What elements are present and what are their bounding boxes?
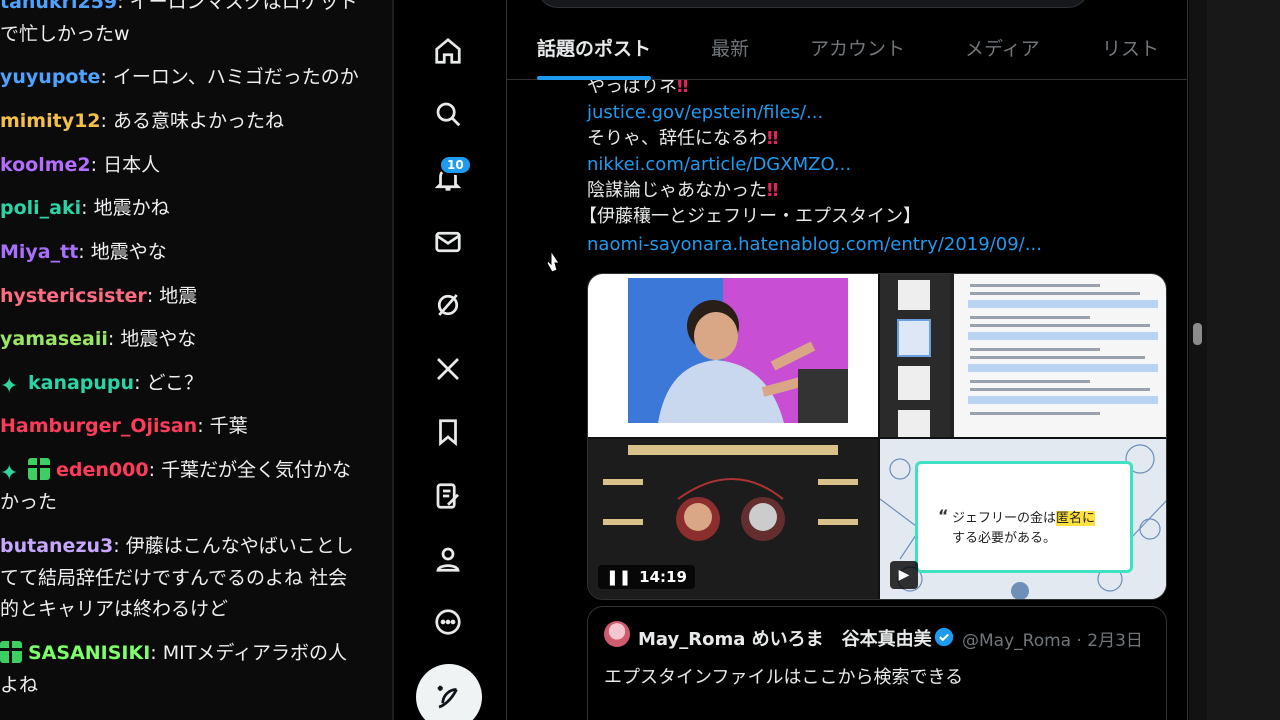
chat-text: 千葉だが全く気付かな — [161, 459, 352, 481]
chat-message: Hamburger_Ojisan: 千葉 — [0, 415, 248, 437]
chat-text: 地震やな — [90, 241, 167, 263]
quoted-handle-date: @May_Roma · 2月3日 — [962, 631, 1143, 651]
media-gif[interactable]: “ ジェフリーの金は匿名に する必要がある。 ▶ — [879, 439, 1166, 599]
search-icon[interactable] — [426, 92, 470, 136]
notification-count-badge: 10 — [439, 155, 472, 175]
chat-text: 地震かね — [93, 197, 170, 219]
tweet-media-grid: ❚❚ 14:19 “ ジェフリーの金は匿名に する必要がある。 ▶ — [587, 273, 1167, 600]
quote-mark-icon: “ — [938, 506, 949, 525]
chat-username[interactable]: mimity12 — [0, 110, 101, 132]
tab-media[interactable]: メディア — [965, 14, 1040, 80]
scrollbar-thumb[interactable] — [1193, 323, 1202, 345]
verified-badge-icon — [934, 627, 954, 647]
quoted-tweet-card[interactable]: May_Roma めいろま 谷本真由美 @May_Roma · 2月3日 エプス… — [587, 606, 1167, 720]
search-results-timeline: 話題のポスト 最新 アカウント メディア リスト やっぱりネ‼ justice.… — [506, 0, 1188, 720]
chat-username[interactable]: hystericsister — [0, 285, 147, 307]
chat-text-cont: てて結局辞任だけですんでるのよね 社会 — [0, 566, 348, 589]
tweet-line: 陰謀論じゃあなかった‼ — [587, 180, 779, 201]
quoted-display-name[interactable]: May_Roma めいろま 谷本真由美 — [638, 625, 932, 651]
tab-top-posts[interactable]: 話題のポスト — [537, 14, 652, 80]
media-photo-1[interactable] — [588, 274, 878, 437]
chat-message: butanezu3: 伊藤はこんなやばいことし てて結局辞任だけですんでるのよね… — [0, 535, 354, 620]
search-tabs: 話題のポスト 最新 アカウント メディア リスト — [507, 14, 1187, 80]
chat-username[interactable]: tanukri259 — [0, 0, 117, 13]
mouse-cursor-icon — [546, 250, 560, 273]
chat-message: tanukri259: イーロンマスクはロケット で忙しかったw — [0, 0, 392, 50]
communities-icon[interactable] — [426, 474, 470, 518]
tweet-link[interactable]: nikkei.com/article/DGXMZO... — [587, 152, 851, 178]
right-panel-edge — [1207, 0, 1280, 720]
chat-text: どこ？ — [146, 372, 203, 394]
chat-username[interactable]: yuyupote — [0, 66, 100, 88]
chat-text: 日本人 — [103, 154, 161, 176]
chat-text: MITメディアラボの人 — [162, 642, 348, 664]
chat-text: 地震やな — [120, 328, 197, 350]
chat-message: ✦ kanapupu: どこ？ — [0, 372, 203, 399]
chat-text: イーロン、ハミゴだったのか — [112, 66, 359, 88]
search-bar[interactable] — [537, 0, 1089, 8]
tab-accounts[interactable]: アカウント — [810, 14, 905, 80]
chat-message: koolme2: 日本人 — [0, 154, 161, 176]
chat-username[interactable]: butanezu3 — [0, 535, 113, 557]
chat-text-cont: 的とキャリアは終わるけど — [0, 598, 229, 620]
chat-panel: tanukri259: イーロンマスクはロケット で忙しかったw yuyupot… — [0, 0, 392, 720]
chat-message: mimity12: ある意味よかったね — [0, 110, 284, 132]
chat-message: ✦ eden000: 千葉だが全く気付かな かった — [0, 458, 352, 513]
compose-post-button[interactable] — [416, 664, 482, 720]
compose-icon — [437, 685, 458, 709]
quoted-text: エプスタインファイルはここから検索できる — [604, 667, 964, 688]
profile-icon[interactable] — [426, 537, 470, 581]
chat-message: yamaseaii: 地震やな — [0, 328, 197, 350]
avatar[interactable] — [604, 621, 630, 647]
chat-text-cont: かった — [0, 490, 58, 513]
chat-message: hystericsister: 地震 — [0, 285, 198, 307]
chat-message: yuyupote: イーロン、ハミゴだったのか — [0, 66, 359, 88]
messages-icon[interactable] — [426, 220, 470, 264]
chat-text: イーロンマスクはロケット — [129, 0, 358, 13]
chat-username[interactable]: yamaseaii — [0, 328, 108, 350]
more-icon[interactable] — [426, 600, 470, 644]
chat-text: 地震 — [159, 285, 198, 307]
chat-message: SASANISIKI: MITメディアラボの人 よね — [0, 641, 348, 696]
chat-text-cont: で忙しかったw — [0, 22, 130, 45]
grok-icon[interactable] — [426, 283, 470, 327]
chat-message: Miya_tt: 地震やな — [0, 241, 167, 263]
tweet-link[interactable]: naomi-sayonara.hatenablog.com/entry/2019… — [587, 232, 1042, 258]
home-icon[interactable] — [426, 29, 470, 73]
star-badge-icon: ✦ — [0, 374, 19, 399]
chat-text: 伊藤はこんなやばいことし — [125, 535, 354, 557]
chat-text: 千葉 — [209, 415, 248, 437]
gift-badge-icon — [28, 458, 50, 480]
play-icon[interactable]: ▶ — [890, 561, 918, 589]
pause-icon: ❚❚ — [606, 568, 632, 586]
media-video[interactable]: ❚❚ 14:19 — [588, 439, 878, 599]
quote-bubble: “ ジェフリーの金は匿名に する必要がある。 — [915, 461, 1133, 573]
chat-username[interactable]: poli_aki — [0, 197, 81, 219]
chat-message: poli_aki: 地震かね — [0, 197, 170, 219]
bookmark-icon[interactable] — [426, 410, 470, 454]
x-sidebar-nav: 10 — [394, 0, 506, 720]
tweet-line: 【伊藤穰一とジェフリー・エプスタイン】 — [579, 206, 921, 227]
tweet-link[interactable]: justice.gov/epstein/files/... — [587, 100, 823, 126]
tweet-line: やっぱりネ‼ — [587, 80, 689, 97]
tweet-line: そりゃ、辞任になるわ‼ — [587, 128, 779, 149]
media-photo-2[interactable] — [880, 274, 1166, 437]
x-logo-icon[interactable] — [426, 347, 470, 391]
gift-badge-icon — [0, 641, 22, 663]
chat-username[interactable]: eden000 — [56, 459, 149, 481]
star-badge-icon: ✦ — [0, 461, 19, 486]
tab-lists[interactable]: リスト — [1102, 14, 1159, 80]
chat-username[interactable]: SASANISIKI — [28, 642, 150, 664]
chat-username[interactable]: Miya_tt — [0, 241, 78, 263]
chat-text-cont: よね — [0, 673, 39, 696]
tab-latest[interactable]: 最新 — [711, 14, 749, 80]
chat-username[interactable]: koolme2 — [0, 154, 91, 176]
video-duration[interactable]: ❚❚ 14:19 — [598, 565, 695, 589]
chat-username[interactable]: Hamburger_Ojisan — [0, 415, 197, 437]
quote-text: ジェフリーの金は匿名に する必要がある。 — [952, 511, 1096, 546]
chat-text: ある意味よかったね — [112, 110, 284, 132]
chat-username[interactable]: kanapupu — [28, 372, 134, 394]
